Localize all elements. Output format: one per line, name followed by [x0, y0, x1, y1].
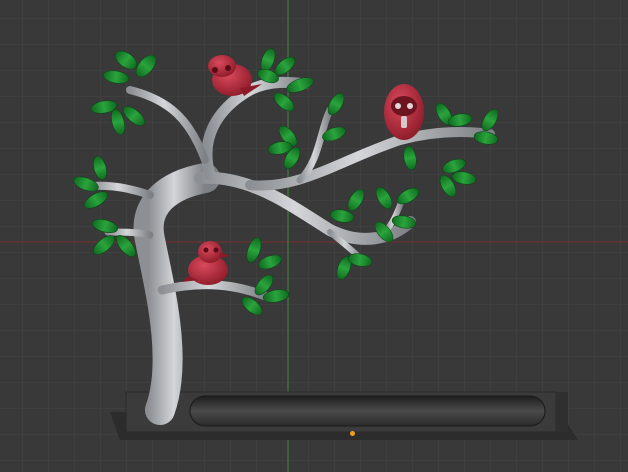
- base-trough: [189, 395, 546, 427]
- base-plate[interactable]: [110, 391, 578, 440]
- branch-low-left: [104, 228, 154, 239]
- bird-top-right[interactable]: [384, 84, 424, 140]
- 3d-cursor-origin[interactable]: [350, 431, 355, 436]
- scene-canvas[interactable]: [0, 0, 628, 472]
- 3d-viewport[interactable]: [0, 0, 628, 472]
